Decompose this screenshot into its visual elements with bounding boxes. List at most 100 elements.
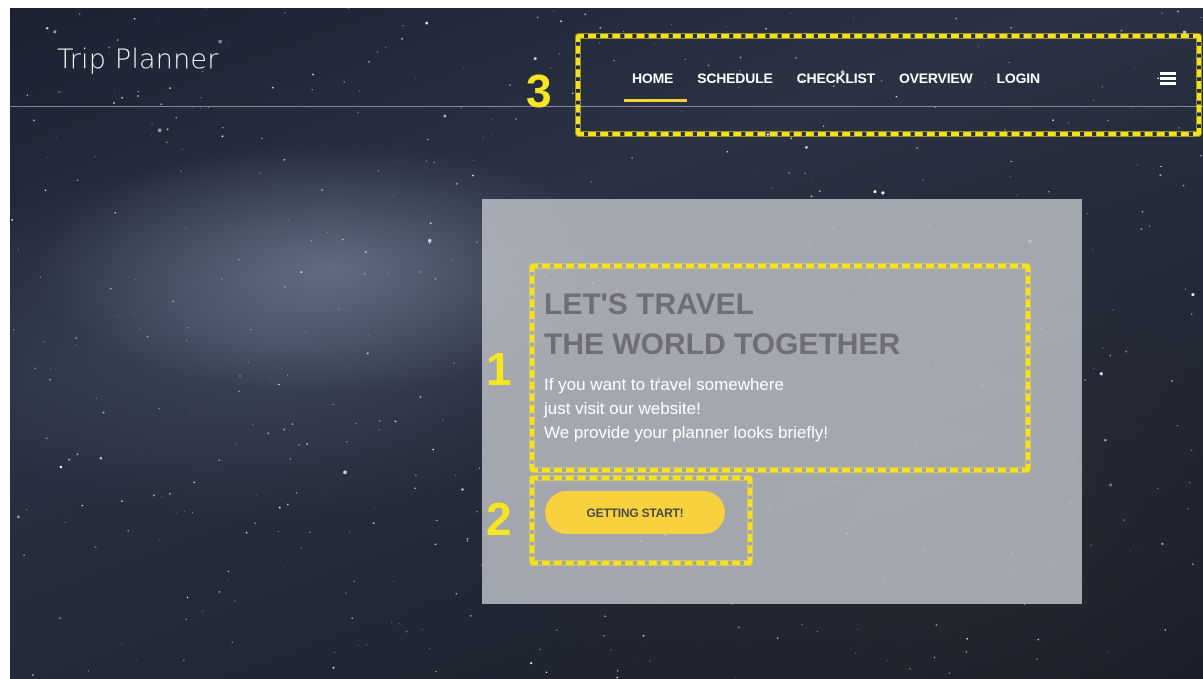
star	[1084, 378, 1087, 381]
star	[186, 340, 188, 342]
star	[735, 676, 737, 678]
star	[87, 670, 89, 672]
star	[332, 666, 335, 669]
star	[1192, 563, 1194, 566]
star	[482, 137, 484, 139]
hero-background: Trip Planner HOME SCHEDULE CHECKLIST OVE…	[10, 8, 1203, 679]
star	[338, 308, 340, 310]
star	[374, 507, 375, 509]
star	[39, 276, 41, 278]
star	[392, 194, 394, 196]
star	[469, 615, 472, 617]
star	[325, 133, 326, 134]
star	[321, 189, 323, 191]
star	[414, 487, 416, 489]
star	[161, 496, 163, 498]
star	[649, 660, 651, 662]
star	[909, 667, 911, 670]
star	[31, 674, 34, 676]
brand-logo[interactable]: Trip Planner	[57, 44, 219, 75]
star	[235, 442, 237, 444]
star	[515, 118, 517, 120]
star	[455, 593, 457, 595]
star	[75, 337, 78, 339]
star	[610, 649, 612, 651]
star	[378, 429, 380, 431]
star	[300, 271, 303, 274]
star	[948, 672, 951, 674]
star	[77, 179, 79, 181]
star	[772, 187, 773, 189]
star	[1159, 174, 1162, 177]
star	[158, 539, 160, 541]
star	[491, 119, 493, 120]
star	[461, 488, 464, 491]
star	[182, 659, 185, 662]
star	[34, 367, 36, 370]
star	[181, 148, 183, 150]
star	[76, 453, 79, 456]
star	[1138, 546, 1139, 547]
star	[443, 114, 447, 118]
star	[603, 635, 605, 637]
star	[221, 135, 224, 138]
star	[390, 621, 392, 624]
star	[351, 617, 353, 619]
star	[801, 624, 803, 626]
star	[804, 172, 806, 175]
star	[473, 159, 475, 161]
star	[346, 441, 348, 443]
star	[49, 378, 51, 381]
star	[816, 630, 819, 633]
star	[1161, 542, 1164, 546]
star	[933, 656, 936, 659]
star	[289, 458, 292, 460]
star	[757, 171, 759, 173]
star	[135, 658, 137, 660]
star	[451, 259, 453, 261]
star	[935, 624, 938, 626]
annotation-box-3	[576, 34, 1201, 136]
star	[59, 465, 63, 469]
star	[234, 600, 236, 602]
star	[286, 503, 289, 506]
star	[432, 448, 435, 451]
star	[94, 546, 97, 549]
star	[1164, 629, 1167, 631]
star	[1148, 225, 1151, 227]
star	[393, 580, 395, 582]
star	[353, 580, 356, 583]
star	[429, 648, 430, 649]
star	[460, 107, 462, 109]
star	[151, 123, 153, 126]
star	[287, 374, 288, 376]
star	[1112, 309, 1114, 311]
star	[616, 676, 619, 679]
star	[200, 108, 201, 109]
star	[455, 182, 458, 185]
star	[12, 329, 15, 331]
star	[1157, 487, 1159, 489]
star	[617, 670, 619, 672]
star	[184, 228, 187, 230]
star	[17, 515, 20, 519]
star	[345, 592, 347, 594]
star	[166, 128, 169, 131]
star	[278, 506, 281, 509]
star	[267, 432, 270, 435]
star	[466, 537, 469, 540]
star	[283, 158, 286, 161]
star	[277, 530, 279, 532]
star	[1016, 194, 1018, 196]
star	[184, 511, 185, 512]
star	[433, 161, 436, 164]
star	[11, 219, 14, 221]
star	[81, 504, 83, 507]
star	[1102, 347, 1104, 349]
star	[398, 623, 400, 625]
star	[315, 423, 317, 425]
star	[1099, 372, 1103, 376]
star	[855, 652, 857, 654]
star	[151, 135, 152, 136]
star	[222, 126, 224, 129]
